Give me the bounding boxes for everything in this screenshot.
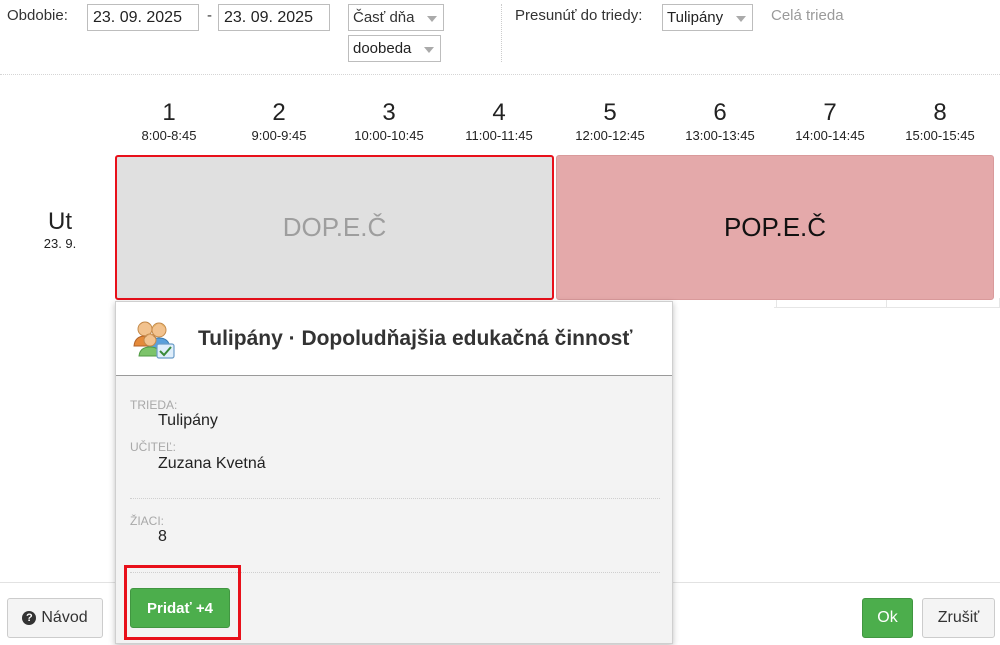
help-button-label: Návod [41, 609, 88, 626]
period-time: 14:00-14:45 [795, 128, 865, 143]
day-name: Ut [48, 208, 72, 235]
filter-divider [501, 4, 502, 62]
chevron-down-icon [736, 16, 746, 22]
period-number: 8 [933, 99, 947, 126]
chevron-down-icon [424, 47, 434, 53]
move-to-class-value: Tulipány [667, 9, 724, 26]
class-caption: TRIEDA: [130, 398, 178, 412]
period-time: 8:00-8:45 [141, 128, 197, 143]
ok-button[interactable]: Ok [862, 598, 913, 638]
period-time: 11:00-11:45 [465, 128, 533, 143]
question-circle-icon: ? [22, 611, 37, 625]
pupils-value: 8 [158, 528, 167, 545]
add-button-highlight [124, 565, 241, 640]
period-time: 10:00-10:45 [354, 128, 424, 143]
period-header-6: 6 13:00-13:45 [665, 99, 775, 144]
pupils-caption: ŽIACI: [130, 514, 165, 528]
part-of-day-select[interactable]: Časť dňa [348, 4, 444, 31]
part-of-day-placeholder: Časť dňa [353, 9, 415, 26]
period-header-1: 1 8:00-8:45 [114, 99, 224, 144]
chevron-down-icon [427, 16, 437, 22]
period-time: 12:00-12:45 [575, 128, 645, 143]
period-time: 13:00-13:45 [685, 128, 755, 143]
morning-activity-block[interactable]: DOP.E.Č [115, 155, 554, 300]
teacher-caption: UČITEĽ: [130, 440, 177, 454]
date-from-input[interactable]: 23. 09. 2025 [87, 4, 199, 31]
period-number: 4 [492, 99, 506, 126]
day-label: Ut 23. 9. [20, 208, 100, 251]
period-number: 3 [382, 99, 396, 126]
help-button[interactable]: ? Návod [7, 598, 103, 638]
afternoon-activity-block[interactable]: POP.E.Č [556, 155, 994, 300]
date-separator: - [207, 7, 212, 24]
cancel-button[interactable]: Zrušiť [922, 598, 995, 638]
period-number: 1 [162, 99, 176, 126]
popup-header: Tulipány · Dopoludňajšia edukačná činnos… [116, 302, 672, 376]
group-users-icon [133, 321, 175, 359]
period-number: 5 [603, 99, 617, 126]
period-header-4: 4 11:00-11:45 [444, 99, 554, 144]
period-header-2: 2 9:00-9:45 [224, 99, 334, 144]
ok-button-label: Ok [877, 609, 898, 626]
date-to-input[interactable]: 23. 09. 2025 [218, 4, 330, 31]
afternoon-activity-label: POP.E.Č [723, 212, 827, 242]
period-number: 7 [823, 99, 837, 126]
popup-title: Tulipány · Dopoludňajšia edukačná činnos… [198, 327, 633, 350]
class-value: Tulipány [158, 412, 218, 429]
teacher-value: Zuzana Kvetná [158, 455, 266, 472]
part-of-day-value: doobeda [353, 40, 412, 57]
period-time: 9:00-9:45 [251, 128, 307, 143]
whole-class-link[interactable]: Celá trieda [771, 7, 844, 24]
day-date: 23. 9. [43, 236, 77, 251]
period-header-3: 3 10:00-10:45 [334, 99, 444, 144]
part-of-day-value-select[interactable]: doobeda [348, 35, 441, 62]
filter-bar-separator [0, 74, 1000, 75]
period-header-5: 5 12:00-12:45 [555, 99, 665, 144]
period-header-8: 8 15:00-15:45 [885, 99, 995, 144]
move-to-class-select[interactable]: Tulipány [662, 4, 753, 31]
period-header-7: 7 14:00-14:45 [775, 99, 885, 144]
move-to-class-label: Presunúť do triedy: [515, 7, 643, 24]
period-label: Obdobie: [7, 7, 68, 24]
period-number: 6 [713, 99, 727, 126]
morning-activity-label: DOP.E.Č [282, 212, 387, 242]
period-time: 15:00-15:45 [905, 128, 975, 143]
cancel-button-label: Zrušiť [937, 609, 980, 626]
popup-divider [130, 498, 660, 499]
period-number: 2 [272, 99, 286, 126]
timetable-dialog: Obdobie: 23. 09. 2025 - 23. 09. 2025 Čas… [0, 0, 1000, 645]
